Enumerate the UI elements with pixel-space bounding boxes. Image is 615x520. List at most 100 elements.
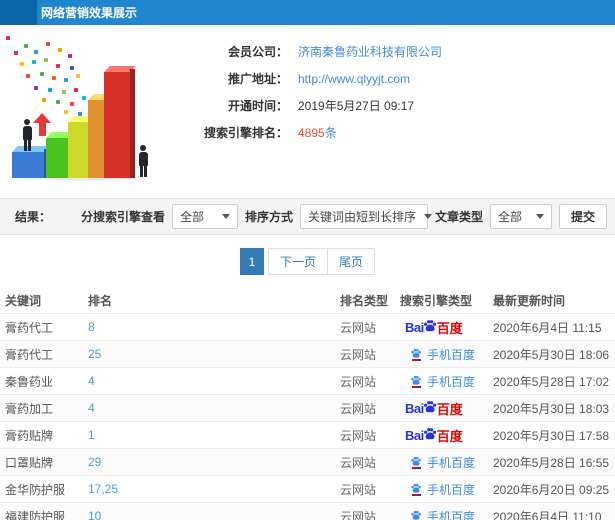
next-page-button[interactable]: 下一页	[269, 249, 327, 274]
cell-engine-type: Bai 百度 手机百度	[400, 454, 493, 471]
cell-rank-type: 云网站	[340, 509, 377, 520]
cell-engine-type: Bai 百度 手机百度	[400, 399, 493, 418]
mobile-baidu-underline	[411, 385, 421, 388]
cell-rank-link[interactable]: 25	[88, 347, 340, 361]
cell-rank-link[interactable]: 10	[88, 509, 340, 520]
baidu-paw-icon	[423, 400, 436, 412]
results-table: 关键词 排名 排名类型 搜索引擎类型 最新更新时间 膏药代工 8 云网站 Bai…	[0, 287, 615, 520]
mobile-paw-icon	[411, 510, 421, 520]
chevron-down-icon	[423, 214, 432, 219]
engine-view-select[interactable]: 全部	[171, 204, 238, 229]
cell-keyword: 膏药加工	[5, 401, 54, 416]
info-row-engine-rank: 搜索引擎排名： 4895条	[178, 119, 442, 146]
info-row-url: 推广地址： http://www.qlyyjt.com	[178, 65, 442, 92]
article-type-select[interactable]: 全部	[489, 204, 552, 229]
cell-rank-type: 云网站	[340, 455, 377, 470]
engine-rank-unit: 条	[324, 126, 337, 140]
mobile-baidu-label: 手机百度	[427, 509, 476, 520]
baidu-logo-cn: 百度	[436, 401, 463, 417]
baidu-paw-icon	[423, 427, 436, 439]
filter-controls: 分搜索引擎查看 全部 排序方式 关键词由短到长排序 文章类型 全部 提交	[81, 204, 607, 229]
baidu-logo: Bai 百度	[405, 318, 463, 337]
cell-keyword: 膏药代工	[5, 347, 54, 362]
submit-button[interactable]: 提交	[558, 204, 607, 229]
mobile-baidu-logo: 手机百度	[410, 508, 475, 520]
cell-rank-type: 云网站	[340, 482, 377, 497]
mobile-paw-icon	[411, 375, 421, 385]
mobile-baidu-icon	[410, 348, 422, 361]
info-row-open-time: 开通时间： 2019年5月27日 09:17	[178, 92, 442, 119]
last-page-button[interactable]: 尾页	[327, 249, 374, 274]
table-body: 膏药代工 8 云网站 Bai 百度 2020年6月4日 11:15 膏药代工 2…	[0, 313, 615, 520]
mobile-baidu-logo: 手机百度	[410, 481, 475, 498]
company-label: 会员公司：	[227, 45, 288, 59]
cell-update-time: 2020年5月28日 17:02	[493, 374, 610, 389]
cell-rank-type: 云网站	[340, 320, 377, 335]
pagination: 1 下一页 尾页	[0, 235, 615, 287]
baidu-logo-cn: 百度	[436, 320, 463, 336]
header-update-time: 最新更新时间	[493, 293, 566, 308]
info-row-company: 会员公司： 济南秦鲁药业科技有限公司	[178, 38, 442, 65]
mobile-baidu-label: 手机百度	[427, 455, 476, 470]
cell-update-time: 2020年6月20日 09:25	[493, 482, 610, 497]
illustration-bar-red	[104, 72, 130, 178]
cell-update-time: 2020年5月30日 18:03	[493, 401, 610, 416]
promotion-url-link[interactable]: http://www.qlyyjt.com	[298, 72, 410, 86]
mobile-baidu-logo: 手机百度	[410, 373, 475, 390]
page: 网络营销效果展示 会员公司： 济南秦鲁药业科技有限公司 推广地址： http:/…	[0, 0, 615, 520]
cell-rank-link[interactable]: 4	[88, 374, 340, 388]
engine-rank-count: 4895	[298, 126, 325, 140]
baidu-logo: Bai 百度	[405, 426, 463, 445]
cell-rank-link[interactable]: 29	[88, 455, 340, 469]
mobile-baidu-logo: 手机百度	[410, 454, 475, 471]
cell-engine-type: Bai 百度 手机百度	[400, 318, 493, 337]
table-row: 秦鲁药业 4 云网站 Bai 百度	[0, 367, 615, 394]
header-rank-type: 排名类型	[340, 293, 389, 308]
cell-engine-type: Bai 百度 手机百度	[400, 373, 493, 390]
open-time-label: 开通时间：	[227, 99, 288, 113]
result-label: 结果：	[15, 210, 52, 224]
cell-keyword: 口罩贴牌	[5, 455, 54, 470]
baidu-logo-text: Bai	[405, 400, 424, 416]
cell-rank-link[interactable]: 1	[88, 428, 340, 442]
sort-select[interactable]: 关键词由短到长排序	[299, 204, 432, 229]
header-keyword: 关键词	[5, 293, 42, 308]
mobile-baidu-logo: 手机百度	[410, 346, 475, 363]
table-row: 膏药加工 4 云网站 Bai 百度 2020年5月30日 18:03	[0, 394, 615, 421]
mobile-baidu-underline	[411, 466, 421, 469]
header-engine-type: 搜索引擎类型	[400, 293, 473, 308]
company-link[interactable]: 济南秦鲁药业科技有限公司	[298, 43, 442, 60]
cell-keyword: 膏药贴牌	[5, 428, 54, 443]
member-info-fields: 会员公司： 济南秦鲁药业科技有限公司 推广地址： http://www.qlyy…	[178, 30, 442, 190]
engine-view-label: 分搜索引擎查看	[80, 210, 165, 224]
mobile-baidu-icon	[410, 375, 422, 388]
sort-selected: 关键词由短到长排序	[307, 210, 416, 224]
article-type-label: 文章类型	[434, 210, 483, 224]
baidu-logo-text: Bai	[405, 319, 424, 335]
cell-rank-link[interactable]: 4	[88, 401, 340, 415]
mobile-baidu-label: 手机百度	[427, 482, 476, 497]
up-arrow-icon	[33, 113, 51, 136]
cell-rank-type: 云网站	[340, 401, 377, 416]
table-row: 膏药代工 25 云网站 Bai 百度	[0, 340, 615, 367]
businessman-figure-right	[136, 145, 150, 177]
mobile-paw-icon	[411, 456, 421, 466]
table-row: 膏药代工 8 云网站 Bai 百度 2020年6月4日 11:15	[0, 313, 615, 340]
mobile-baidu-icon	[410, 456, 422, 469]
mobile-baidu-label: 手机百度	[427, 347, 476, 362]
table-row: 口罩贴牌 29 云网站 Bai 百度	[0, 448, 615, 475]
cell-rank-link[interactable]: 8	[88, 320, 340, 334]
cell-update-time: 2020年5月28日 16:55	[493, 455, 610, 470]
cell-rank-link[interactable]: 17,25	[88, 482, 340, 496]
page-number-current[interactable]: 1	[239, 248, 264, 275]
cell-keyword: 膏药代工	[5, 320, 54, 335]
cell-keyword: 福建防护服	[5, 509, 66, 520]
confetti-decoration	[6, 36, 10, 40]
engine-rank-value: 4895条	[298, 124, 337, 141]
open-time-value: 2019年5月27日 09:17	[298, 99, 415, 113]
cell-keyword: 金华防护服	[5, 482, 66, 497]
mobile-paw-icon	[411, 348, 421, 358]
bar-chart-illustration	[0, 30, 178, 188]
baidu-logo-cn: 百度	[436, 428, 463, 444]
cell-engine-type: Bai 百度 手机百度	[400, 426, 493, 445]
